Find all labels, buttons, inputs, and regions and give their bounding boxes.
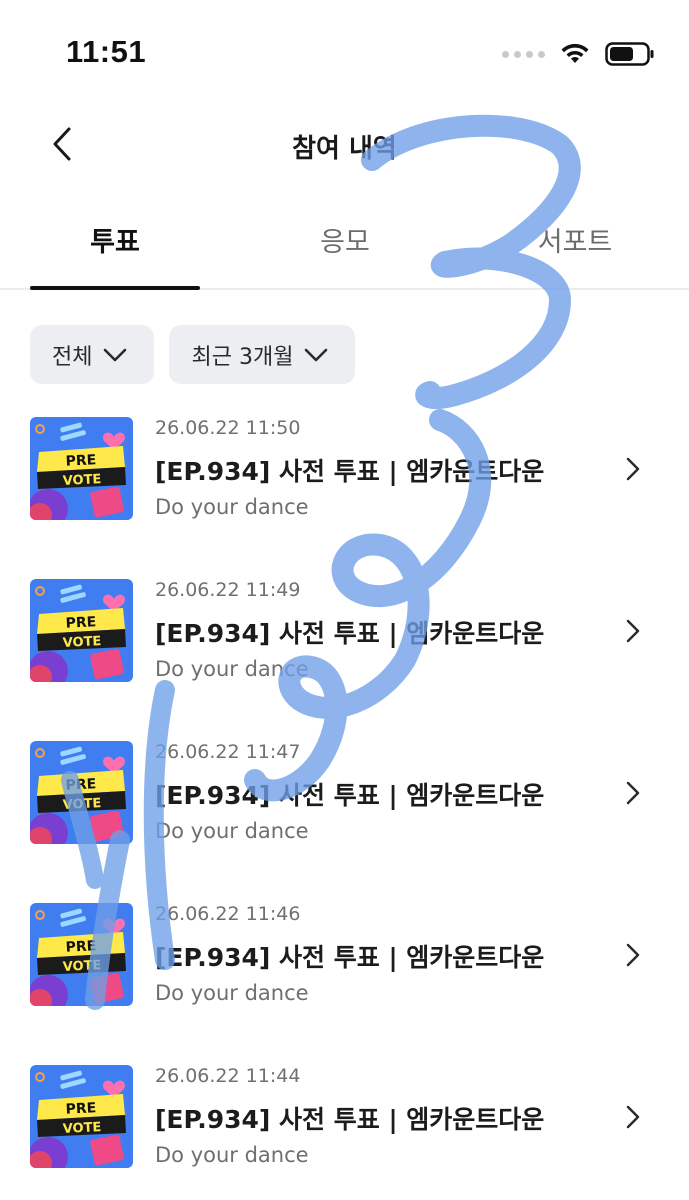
chevron-down-icon	[104, 348, 127, 361]
pre-vote-thumbnail: PRE VOTE	[30, 417, 133, 520]
tab-vote[interactable]: 투표	[15, 220, 215, 259]
chevron-right-icon	[626, 457, 640, 481]
item-subtitle: Do your dance	[155, 1143, 309, 1167]
filter-row: 전체 최근 3개월	[30, 325, 356, 384]
wifi-icon	[561, 43, 589, 63]
svg-text:PRE: PRE	[65, 938, 96, 956]
pre-vote-thumbnail: PRE VOTE	[30, 741, 133, 844]
pre-vote-thumbnail: PRE VOTE	[30, 1065, 133, 1168]
status-bar: 11:51	[0, 0, 689, 100]
svg-text:VOTE: VOTE	[62, 796, 101, 813]
filter-period-label: 최근 3개월	[191, 344, 294, 370]
tab-bar: 투표 응모 서포트	[0, 200, 689, 290]
item-title: [EP.934] 사전 투표 | 엠카운트다운	[155, 1105, 545, 1134]
status-time: 11:51	[66, 34, 147, 69]
svg-text:VOTE: VOTE	[62, 958, 101, 975]
list-item[interactable]: PRE VOTE 26.06.22 11:46 [EP.934] 사전 투표 |…	[0, 886, 689, 1026]
item-subtitle: Do your dance	[155, 819, 309, 843]
item-subtitle: Do your dance	[155, 657, 309, 681]
item-date: 26.06.22 11:50	[155, 417, 301, 439]
item-date: 26.06.22 11:46	[155, 903, 301, 925]
tab-entry[interactable]: 응모	[245, 220, 445, 259]
page-title: 참여 내역	[292, 134, 397, 164]
list-item[interactable]: PRE VOTE 26.06.22 11:50 [EP.934] 사전 투표 |…	[0, 400, 689, 540]
svg-text:PRE: PRE	[65, 614, 96, 632]
tab-active-indicator	[30, 286, 200, 290]
item-title: [EP.934] 사전 투표 | 엠카운트다운	[155, 457, 545, 486]
list-item[interactable]: PRE VOTE 26.06.22 11:49 [EP.934] 사전 투표 |…	[0, 562, 689, 702]
battery-icon	[605, 42, 654, 66]
tab-support[interactable]: 서포트	[475, 220, 675, 259]
pre-vote-thumbnail: PRE VOTE	[30, 903, 133, 1006]
filter-period-dropdown[interactable]: 최근 3개월	[169, 325, 356, 384]
signal-icon	[502, 50, 545, 58]
chevron-right-icon	[626, 619, 640, 643]
item-title: [EP.934] 사전 투표 | 엠카운트다운	[155, 619, 545, 648]
svg-text:VOTE: VOTE	[62, 472, 101, 489]
chevron-right-icon	[626, 781, 640, 805]
item-title: [EP.934] 사전 투표 | 엠카운트다운	[155, 943, 545, 972]
item-date: 26.06.22 11:44	[155, 1065, 301, 1087]
list-item[interactable]: PRE VOTE 26.06.22 11:44 [EP.934] 사전 투표 |…	[0, 1048, 689, 1188]
status-icons	[502, 40, 655, 68]
navigation-bar: 참여 내역	[0, 100, 689, 190]
item-subtitle: Do your dance	[155, 981, 309, 1005]
item-date: 26.06.22 11:47	[155, 741, 301, 763]
filter-all-dropdown[interactable]: 전체	[30, 325, 155, 384]
chevron-down-icon	[305, 348, 328, 361]
filter-all-label: 전체	[52, 344, 93, 370]
list-item[interactable]: PRE VOTE 26.06.22 11:47 [EP.934] 사전 투표 |…	[0, 724, 689, 864]
item-date: 26.06.22 11:49	[155, 579, 301, 601]
chevron-right-icon	[626, 943, 640, 967]
svg-text:PRE: PRE	[65, 452, 96, 470]
pre-vote-thumbnail: PRE VOTE	[30, 579, 133, 682]
svg-text:PRE: PRE	[65, 1100, 96, 1118]
svg-text:VOTE: VOTE	[62, 634, 101, 651]
chevron-right-icon	[626, 1105, 640, 1129]
item-subtitle: Do your dance	[155, 495, 309, 519]
item-title: [EP.934] 사전 투표 | 엠카운트다운	[155, 781, 545, 810]
svg-text:VOTE: VOTE	[62, 1120, 101, 1137]
svg-text:PRE: PRE	[65, 776, 96, 794]
